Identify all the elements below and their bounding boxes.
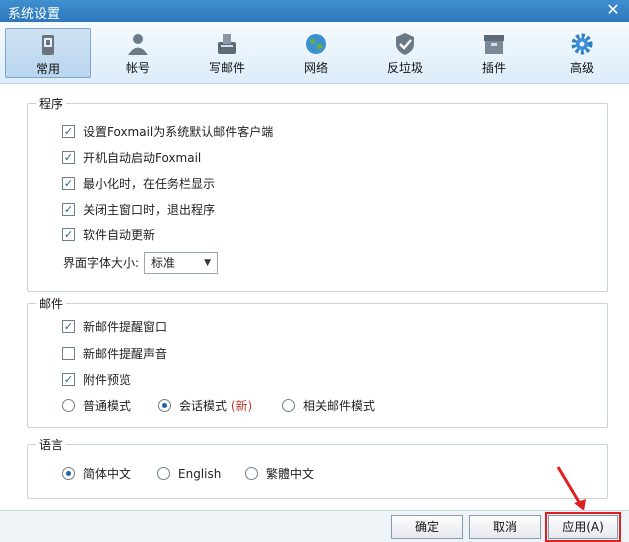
font-size-value: 标准 — [151, 256, 176, 270]
tab-label: 帐号 — [125, 61, 150, 75]
checkbox-checked[interactable]: ✓ — [62, 203, 75, 216]
tab-label: 网络 — [303, 61, 328, 75]
checkbox-label: 开机自动启动Foxmail — [83, 151, 202, 165]
radio-label: 会话模式 — [179, 399, 228, 413]
annotation-arrow-icon — [556, 466, 586, 511]
lang-traditional-radio[interactable]: 繁體中文 — [245, 465, 314, 483]
tab-plugins[interactable]: 插件 — [451, 28, 537, 78]
tab-label: 插件 — [481, 61, 506, 75]
checkbox-checked[interactable]: ✓ — [62, 125, 75, 138]
checkbox-label: 新邮件提醒声音 — [83, 347, 168, 361]
ok-button[interactable]: 确定 — [391, 515, 463, 539]
compose-icon — [218, 34, 236, 54]
related-mode-radio[interactable]: 相关邮件模式 — [282, 397, 375, 415]
radio-label: 相关邮件模式 — [303, 399, 376, 413]
user-icon — [128, 34, 148, 55]
close-icon[interactable]: ✕ — [605, 1, 621, 19]
minimize-taskbar-checkbox[interactable]: ✓ 最小化时，在任务栏显示 — [62, 175, 215, 193]
settings-toolbar: 常用 帐号 写邮件 网络 反垃圾 插件 高级 — [0, 22, 629, 84]
group-title: 语言 — [36, 436, 67, 453]
lang-english-radio[interactable]: English — [157, 465, 221, 483]
auto-update-checkbox[interactable]: ✓ 软件自动更新 — [62, 226, 155, 244]
tab-label: 反垃圾 — [386, 61, 423, 75]
lang-simplified-radio[interactable]: 简体中文 — [62, 465, 131, 483]
window-title: 系统设置 — [8, 7, 61, 22]
normal-mode-radio[interactable]: 普通模式 — [62, 397, 131, 415]
font-size-label: 界面字体大小: — [63, 256, 140, 270]
checkbox-unchecked[interactable] — [62, 347, 75, 360]
radio-button[interactable] — [62, 399, 75, 412]
settings-content: 程序 ✓ 设置Foxmail为系统默认邮件客户端 ✓ 开机自动启动Foxmail ✓… — [0, 85, 629, 511]
autostart-checkbox[interactable]: ✓ 开机自动启动Foxmail — [62, 149, 201, 167]
shield-icon — [396, 33, 414, 55]
conversation-mode-radio[interactable]: 会话模式 (新) — [158, 397, 252, 415]
group-title: 程序 — [36, 95, 67, 112]
checkbox-checked[interactable]: ✓ — [62, 320, 75, 333]
title-bar: 系统设置 ✕ — [0, 0, 629, 22]
phone-icon — [42, 35, 54, 55]
tab-label: 高级 — [569, 61, 594, 75]
tab-account[interactable]: 帐号 — [95, 28, 181, 78]
checkbox-label: 最小化时，在任务栏显示 — [83, 177, 216, 191]
tab-network[interactable]: 网络 — [273, 28, 359, 78]
checkbox-label: 软件自动更新 — [83, 228, 156, 242]
tab-label: 写邮件 — [208, 61, 245, 75]
tab-label: 常用 — [35, 62, 60, 76]
radio-label: 普通模式 — [83, 399, 132, 413]
group-title: 邮件 — [36, 295, 67, 312]
new-mail-sound-checkbox[interactable]: 新邮件提醒声音 — [62, 345, 167, 363]
box-icon — [484, 35, 504, 54]
radio-button[interactable] — [282, 399, 295, 412]
button-bar: 确定 取消 应用(A) — [0, 510, 629, 542]
checkbox-checked[interactable]: ✓ — [62, 177, 75, 190]
new-badge: (新) — [230, 399, 253, 413]
checkbox-label: 关闭主窗口时，退出程序 — [83, 203, 216, 217]
checkbox-label: 新邮件提醒窗口 — [83, 320, 168, 334]
radio-button-selected[interactable] — [62, 467, 75, 480]
globe-icon — [306, 34, 326, 54]
checkbox-checked[interactable]: ✓ — [62, 228, 75, 241]
checkbox-label: 设置Foxmail为系统默认邮件客户端 — [83, 125, 274, 139]
close-exit-checkbox[interactable]: ✓ 关闭主窗口时，退出程序 — [62, 201, 215, 219]
new-mail-popup-checkbox[interactable]: ✓ 新邮件提醒窗口 — [62, 318, 167, 336]
font-size-select[interactable]: 标准 ▼ — [144, 252, 218, 274]
tab-antispam[interactable]: 反垃圾 — [362, 28, 448, 78]
apply-button[interactable]: 应用(A) — [545, 512, 621, 542]
radio-button[interactable] — [157, 467, 170, 480]
checkbox-checked[interactable]: ✓ — [62, 373, 75, 386]
radio-label: English — [178, 467, 222, 481]
tab-compose[interactable]: 写邮件 — [184, 28, 270, 78]
checkbox-label: 附件预览 — [83, 373, 132, 387]
cancel-button[interactable]: 取消 — [469, 515, 541, 539]
attachment-preview-checkbox[interactable]: ✓ 附件预览 — [62, 371, 131, 389]
tab-general[interactable]: 常用 — [5, 28, 91, 78]
radio-label: 简体中文 — [83, 467, 132, 481]
tab-advanced[interactable]: 高级 — [539, 28, 625, 78]
default-client-checkbox[interactable]: ✓ 设置Foxmail为系统默认邮件客户端 — [62, 123, 273, 141]
radio-button-selected[interactable] — [158, 399, 171, 412]
radio-button[interactable] — [245, 467, 258, 480]
checkbox-checked[interactable]: ✓ — [62, 151, 75, 164]
chevron-down-icon: ▼ — [204, 258, 211, 268]
radio-label: 繁體中文 — [266, 467, 315, 481]
gear-icon — [571, 33, 593, 55]
